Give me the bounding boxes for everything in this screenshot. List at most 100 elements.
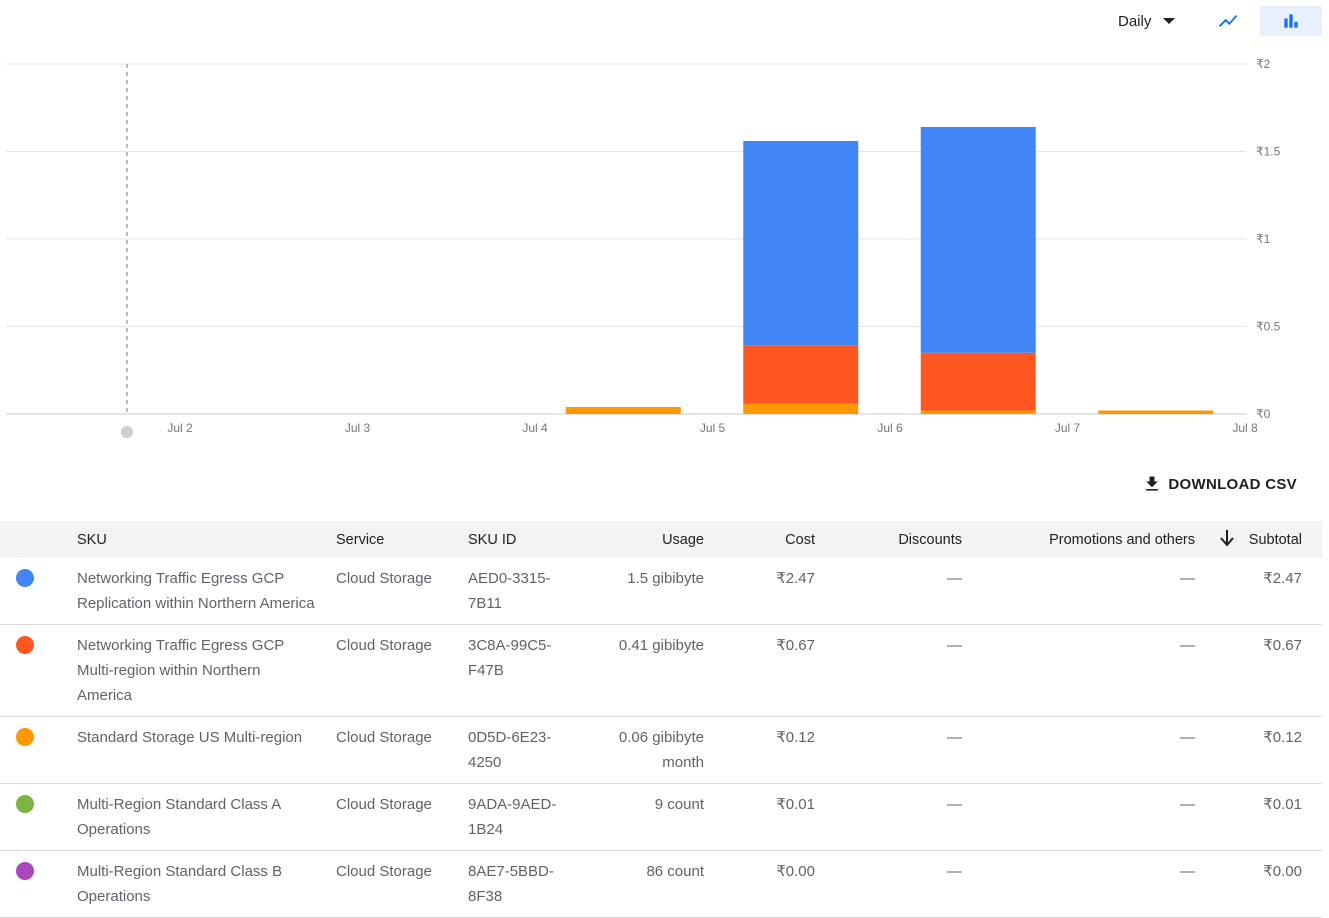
chart-toolbar: Daily [0, 0, 1329, 44]
cell-promotions: — [982, 783, 1215, 851]
y-tick-label: ₹2 [1256, 57, 1271, 71]
row-color-cell [0, 624, 77, 717]
bar-segment[interactable] [920, 352, 1036, 411]
row-color-cell [0, 716, 77, 784]
cell-subtotal: ₹0.00 [1215, 850, 1322, 918]
download-csv-button[interactable]: DOWNLOAD CSV [1142, 474, 1297, 494]
y-tick-label: ₹0 [1256, 407, 1271, 421]
cost-bar-chart: ₹0 ₹0.5 ₹1 ₹1.5 ₹2 Jul 2 Jul 3 Jul 4 Jul 5 Jul 6… [6, 57, 1281, 438]
bar-segment[interactable] [743, 345, 859, 404]
x-tick-label: Jul 5 [700, 421, 726, 435]
header-sku[interactable]: SKU [77, 521, 336, 558]
download-icon [1142, 474, 1162, 494]
cell-service: Cloud Storage [336, 850, 468, 918]
series-color-dot [16, 728, 34, 746]
cell-cost: ₹0.01 [724, 783, 835, 851]
bar-segment[interactable] [565, 407, 681, 414]
cell-service: Cloud Storage [336, 783, 468, 851]
y-tick-label: ₹1 [1256, 232, 1271, 246]
show-chart-icon [1218, 15, 1238, 27]
cell-usage: 86 count [578, 850, 724, 918]
cell-promotions: — [982, 558, 1215, 625]
cell-cost: ₹2.47 [724, 558, 835, 625]
header-subtotal-label: Subtotal [1248, 531, 1302, 548]
cell-service: Cloud Storage [336, 558, 468, 625]
cell-promotions: — [982, 624, 1215, 717]
cell-service: Cloud Storage [336, 624, 468, 717]
date-range-handle[interactable] [121, 426, 133, 438]
chart-bars [565, 127, 1214, 415]
header-subtotal[interactable]: Subtotal [1215, 521, 1322, 558]
x-tick-label: Jul 3 [345, 421, 371, 435]
series-color-dot [16, 636, 34, 654]
bar-segment[interactable] [743, 141, 859, 346]
granularity-select[interactable]: Daily [1118, 6, 1176, 36]
header-service[interactable]: Service [336, 521, 468, 558]
cell-subtotal: ₹2.47 [1215, 558, 1322, 625]
series-color-dot [16, 862, 34, 880]
x-tick-label: Jul 2 [167, 421, 193, 435]
cell-usage: 0.06 gibibyte month [578, 716, 724, 784]
cell-subtotal: ₹0.01 [1215, 783, 1322, 851]
cell-subtotal: ₹0.12 [1215, 716, 1322, 784]
cell-discounts: — [835, 558, 982, 625]
table-row[interactable]: Multi-Region Standard Class B Operations… [0, 850, 1322, 918]
cell-usage: 9 count [578, 783, 724, 851]
x-tick-label: Jul 8 [1232, 421, 1258, 435]
bar-segment[interactable] [920, 127, 1036, 353]
row-color-cell [0, 558, 77, 625]
cell-promotions: — [982, 716, 1215, 784]
chart-grid [6, 63, 1247, 415]
row-color-cell [0, 850, 77, 918]
arrow-downward-icon [1219, 529, 1235, 551]
header-promotions[interactable]: Promotions and others [982, 521, 1215, 558]
cell-promotions: — [982, 850, 1215, 918]
line-chart-toggle[interactable] [1197, 6, 1259, 36]
granularity-value: Daily [1118, 12, 1152, 30]
y-axis-ticks: ₹0 ₹0.5 ₹1 ₹1.5 ₹2 [1256, 57, 1281, 421]
cell-cost: ₹0.12 [724, 716, 835, 784]
cell-discounts: — [835, 624, 982, 717]
x-tick-label: Jul 7 [1055, 421, 1081, 435]
table-row[interactable]: Multi-Region Standard Class A Operations… [0, 783, 1322, 851]
download-csv-label: DOWNLOAD CSV [1168, 475, 1297, 493]
cell-service: Cloud Storage [336, 716, 468, 784]
cell-sku-id: 3C8A-99C5-F47B [468, 624, 578, 717]
sku-table: SKU Service SKU ID Usage Cost Discounts … [0, 521, 1322, 918]
series-color-dot [16, 569, 34, 587]
cell-sku-id: 9ADA-9AED-1B24 [468, 783, 578, 851]
cell-usage: 0.41 gibibyte [578, 624, 724, 717]
bar-segment[interactable] [1098, 410, 1214, 415]
bar-segment[interactable] [920, 410, 1036, 415]
header-discounts[interactable]: Discounts [835, 521, 982, 558]
cell-sku-id: 8AE7-5BBD-8F38 [468, 850, 578, 918]
row-color-cell [0, 783, 77, 851]
color-column-header [0, 521, 77, 558]
table-row[interactable]: Networking Traffic Egress GCP Multi-regi… [0, 624, 1322, 717]
x-axis-ticks: Jul 2 Jul 3 Jul 4 Jul 5 Jul 6 Jul 7 Jul 8 [167, 421, 1258, 435]
table-row[interactable]: Standard Storage US Multi-region Cloud St… [0, 716, 1322, 784]
cell-discounts: — [835, 850, 982, 918]
cell-sku-name: Standard Storage US Multi-region [77, 716, 336, 784]
cell-sku-id: 0D5D-6E23-4250 [468, 716, 578, 784]
cell-sku-name: Networking Traffic Egress GCP Multi-regi… [77, 624, 336, 717]
x-tick-label: Jul 4 [522, 421, 548, 435]
series-color-dot [16, 795, 34, 813]
table-header-row: SKU Service SKU ID Usage Cost Discounts … [0, 521, 1322, 558]
header-cost[interactable]: Cost [724, 521, 835, 558]
bar-segment[interactable] [743, 403, 859, 415]
header-usage[interactable]: Usage [578, 521, 724, 558]
y-tick-label: ₹0.5 [1256, 320, 1281, 334]
header-sku-id[interactable]: SKU ID [468, 521, 578, 558]
cell-cost: ₹0.00 [724, 850, 835, 918]
bar-chart-icon [1284, 14, 1298, 28]
cell-discounts: — [835, 783, 982, 851]
y-tick-label: ₹1.5 [1256, 145, 1281, 159]
x-tick-label: Jul 6 [877, 421, 903, 435]
table-row[interactable]: Networking Traffic Egress GCP Replicatio… [0, 558, 1322, 625]
bar-chart-toggle[interactable] [1260, 6, 1322, 36]
cell-sku-id: AED0-3315-7B11 [468, 558, 578, 625]
dropdown-arrow-icon [1163, 18, 1176, 24]
cell-sku-name: Multi-Region Standard Class A Operations [77, 783, 336, 851]
cell-usage: 1.5 gibibyte [578, 558, 724, 625]
